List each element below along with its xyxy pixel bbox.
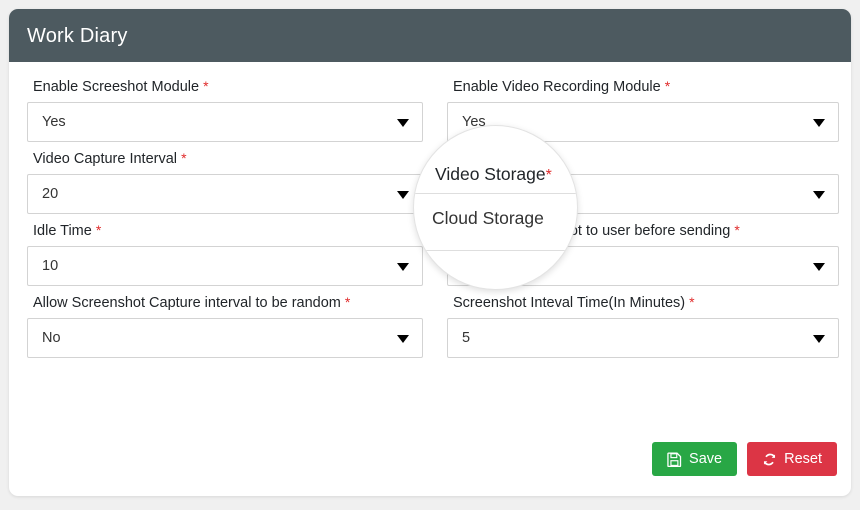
label-text: Enable Screeshot Module [33,79,199,95]
label-enable-screenshot-module: Enable Screeshot Module * [33,76,433,97]
save-button-label: Save [689,451,722,467]
select-value: 20 [42,186,58,202]
label-text: Screenshot Inteval Time(In Minutes) [453,295,685,311]
magnifier-label-text: Video Storage [435,164,546,184]
select-allow-random-capture-interval[interactable]: No [27,318,423,358]
select-value: 10 [42,258,58,274]
refresh-icon [762,452,777,467]
form-column-left: Enable Screeshot Module * Yes [27,76,433,148]
app-root: Work Diary Enable Screeshot Module * Yes [0,0,860,510]
form-column-right: Screenshot Inteval Time(In Minutes) * 5 [447,292,851,364]
magnifier-divider-top [414,193,578,194]
magnifier-lens: Video Storage* Cloud Storage [413,125,578,290]
floppy-disk-icon [667,452,682,467]
reset-button[interactable]: Reset [747,442,837,476]
chevron-down-icon [813,191,825,199]
select-enable-screenshot-module[interactable]: Yes [27,102,423,142]
label-text: Idle Time [33,223,92,239]
chevron-down-icon [397,191,409,199]
required-asterisk: * [345,294,350,310]
label-idle-time: Idle Time * [33,220,433,241]
field-enable-screenshot-module: Enable Screeshot Module * Yes [27,76,433,142]
required-asterisk: * [689,294,694,310]
form-row-4: Allow Screenshot Capture interval to be … [27,292,833,364]
label-screenshot-interval-time: Screenshot Inteval Time(In Minutes) * [453,292,851,313]
select-video-capture-interval[interactable]: 20 [27,174,423,214]
form-column-left: Video Capture Interval * 20 [27,148,433,220]
required-asterisk: * [203,78,208,94]
required-asterisk: * [665,78,670,94]
form-actions: Save Reset [652,442,837,476]
select-value: No [42,330,61,346]
select-value: 5 [462,330,470,346]
save-button[interactable]: Save [652,442,737,476]
select-screenshot-interval-time[interactable]: 5 [447,318,839,358]
magnifier-field-label: Video Storage* [435,164,552,185]
label-enable-video-recording-module: Enable Video Recording Module * [453,76,851,97]
required-asterisk: * [734,222,739,238]
label-video-capture-interval: Video Capture Interval * [33,148,433,169]
magnifier-field-value: Cloud Storage [432,208,544,229]
card-header: Work Diary [9,9,851,62]
select-idle-time[interactable]: 10 [27,246,423,286]
label-allow-random-capture-interval: Allow Screenshot Capture interval to be … [33,292,433,313]
chevron-down-icon [813,263,825,271]
field-video-capture-interval: Video Capture Interval * 20 [27,148,433,214]
required-asterisk: * [181,150,186,166]
reset-button-label: Reset [784,451,822,467]
field-screenshot-interval-time: Screenshot Inteval Time(In Minutes) * 5 [447,292,851,358]
form-column-left: Idle Time * 10 [27,220,433,292]
label-text: Allow Screenshot Capture interval to be … [33,295,341,311]
page-title: Work Diary [27,26,128,46]
magnifier-lens-content: Video Storage* Cloud Storage [414,126,578,290]
field-idle-time: Idle Time * 10 [27,220,433,286]
select-value: Yes [42,114,66,130]
form-column-left: Allow Screenshot Capture interval to be … [27,292,433,364]
label-text: Video Capture Interval [33,151,177,167]
magnifier-divider-bottom [414,250,578,251]
magnifier-required-asterisk: * [546,167,552,184]
field-allow-random-capture-interval: Allow Screenshot Capture interval to be … [27,292,433,358]
required-asterisk: * [96,222,101,238]
chevron-down-icon [813,119,825,127]
chevron-down-icon [813,335,825,343]
chevron-down-icon [397,335,409,343]
chevron-down-icon [397,119,409,127]
chevron-down-icon [397,263,409,271]
label-text: Enable Video Recording Module [453,79,661,95]
